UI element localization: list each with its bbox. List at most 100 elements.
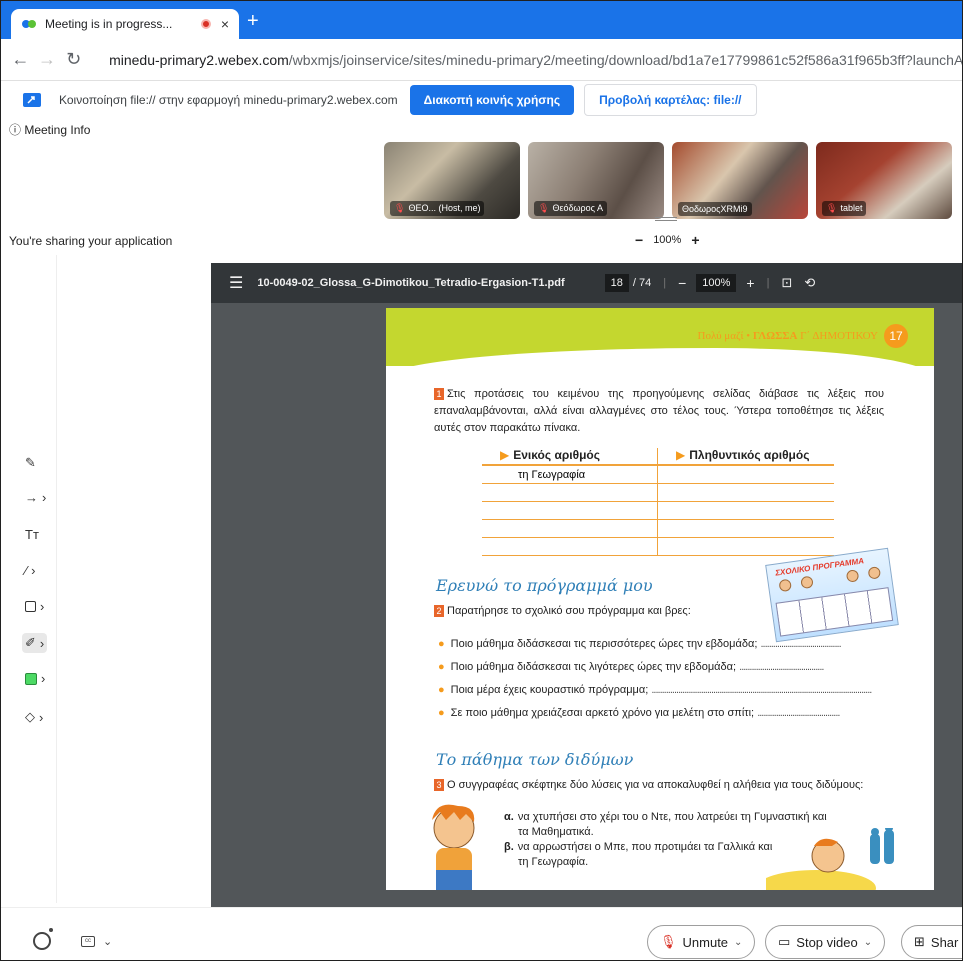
option-text: να αρρωστήσει ο Μπε, που προτιμάει τα Γα… <box>517 841 773 853</box>
table-cell <box>658 466 834 483</box>
exercise-text: Ο συγγραφέας σκέφτηκε δύο λύσεις για να … <box>447 779 864 791</box>
color-icon <box>25 672 37 685</box>
exercise-2: 2 Παρατήρησε το σχολικό σου πρόγραμμα και… <box>434 605 691 618</box>
bullet-icon: ● <box>438 638 445 650</box>
browser-tab[interactable]: Meeting is in progress... × <box>11 9 239 39</box>
meeting-info-link[interactable]: ⓘ Meeting Info <box>9 121 90 138</box>
zoom-out-button[interactable]: − <box>635 232 643 248</box>
rectangle-tool-button[interactable]: › <box>25 599 44 614</box>
back-icon[interactable]: ← <box>7 49 34 70</box>
participant-video[interactable]: 🎙 Θεόδωρος Α <box>528 142 664 219</box>
arrow-icon: ▶ <box>676 448 686 462</box>
table-cell <box>658 502 834 519</box>
chevron-down-icon: ⌄ <box>734 936 743 948</box>
participant-video[interactable]: ΘοδωροςXRMi9 <box>672 142 808 219</box>
table-row <box>482 538 834 556</box>
eraser-tool-button[interactable]: ◇ › <box>25 709 43 725</box>
stop-video-button[interactable]: ▭ Stop video ⌄ <box>765 925 886 959</box>
arrow-icon: → <box>25 490 38 505</box>
chevron-right-icon: › <box>41 671 46 686</box>
address-bar[interactable]: minedu-primary2.webex.com/wbxmjs/joinser… <box>99 51 963 68</box>
rotate-icon[interactable]: ⟲ <box>804 275 815 291</box>
reload-icon[interactable]: ↻ <box>60 49 87 70</box>
activity-dot <box>49 928 53 932</box>
rectangle-icon <box>25 601 36 612</box>
share-message: Κοινοποίηση file:// στην εφαρμογή minedu… <box>59 93 398 107</box>
pdf-zoom-in-button[interactable]: + <box>746 275 754 291</box>
text-tool-button[interactable]: Tт <box>25 527 39 542</box>
captions-icon: cc <box>81 936 95 947</box>
child-drawing <box>867 566 882 580</box>
page-number-input[interactable]: 18 <box>604 274 629 292</box>
pdf-viewer: ☰ 10-0049-02_Glossa_G-Dimotikou_Tetradio… <box>211 263 962 907</box>
recording-icon <box>200 19 211 29</box>
chevron-down-icon: ⌄ <box>103 936 113 948</box>
webex-icon <box>22 20 36 28</box>
forward-icon[interactable]: → <box>34 49 61 70</box>
chevron-right-icon: › <box>31 563 36 578</box>
table-cell <box>482 520 658 537</box>
stop-video-label: Stop video <box>796 934 858 950</box>
zoom-in-button[interactable]: + <box>691 232 699 248</box>
color-tool-button[interactable]: › <box>25 671 45 686</box>
table-row <box>482 484 834 502</box>
book-series: Πολύ μαζί • <box>697 330 753 342</box>
question-list: ● Ποιο μάθημα διδάσκεσαι τις περισσότερες… <box>438 638 884 730</box>
pdf-zoom-input[interactable]: 100% <box>696 274 737 292</box>
participant-video[interactable]: 🎙 ΘΕΟ... (Host, me) <box>384 142 520 219</box>
sharing-status: You're sharing your application <box>9 234 173 248</box>
activity-icon[interactable] <box>33 932 51 950</box>
url-path: /wbxmjs/joinservice/sites/minedu-primary… <box>288 51 963 68</box>
fit-page-icon[interactable]: ⊡ <box>781 275 792 291</box>
question-text: Ποιο μάθημα διδάσκεσαι τις περισσότερες … <box>450 638 758 650</box>
menu-icon[interactable]: ☰ <box>229 273 243 293</box>
browser-tab-bar: Meeting is in progress... × + <box>1 1 962 39</box>
section-heading: Το πάθημα των διδύμων <box>436 750 634 769</box>
tab-title: Meeting is in progress... <box>45 17 173 31</box>
pen-tool-button[interactable]: ✎ <box>25 455 36 471</box>
share-button[interactable]: ⊞ Shar <box>901 925 962 959</box>
table-cell: τη Γεωγραφία <box>482 466 658 483</box>
pdf-page: Πολύ μαζί • ΓΛΩΣΣΑ Γ΄ ΔΗΜΟΤΙΚΟΥ 17 1 Στις… <box>386 308 934 890</box>
line-icon: ⁄ <box>25 563 28 578</box>
unmute-button[interactable]: 🎙 Unmute ⌄ <box>647 925 756 959</box>
arrow-tool-button[interactable]: → › <box>25 490 46 505</box>
answer-line: ........................................ <box>757 707 840 719</box>
view-tab-button[interactable]: Προβολή καρτέλας: file:// <box>584 84 757 116</box>
participant-video[interactable]: 🎙 tablet <box>816 142 952 219</box>
divider: | <box>766 277 770 289</box>
url-host: minedu-primary2.webex.com <box>109 51 289 68</box>
header-wave <box>386 348 934 378</box>
pdf-zoom-out-button[interactable]: − <box>678 275 686 291</box>
page-total: / 74 <box>632 277 652 289</box>
chevron-right-icon: › <box>40 599 45 614</box>
unmute-label: Unmute <box>682 934 729 950</box>
table-cell <box>658 538 834 555</box>
muted-mic-icon: 🎙 <box>394 203 406 213</box>
participant-strip: 🎙 ΘΕΟ... (Host, me) 🎙 Θεόδωρος Α ΘοδωροςXR… <box>384 142 952 219</box>
chevron-right-icon: › <box>39 709 44 725</box>
captions-button[interactable]: cc ⌄ <box>81 935 112 948</box>
pen-icon: ✎ <box>25 455 36 470</box>
tab-close-icon[interactable]: × <box>221 16 229 32</box>
participant-name: tablet <box>840 203 863 213</box>
section-heading: Ερευνώ το πρόγραμμά μου <box>436 576 653 595</box>
book-title: Πολύ μαζί • ΓΛΩΣΣΑ Γ΄ ΔΗΜΟΤΙΚΟΥ <box>698 330 878 342</box>
bullet-icon: ● <box>438 707 445 719</box>
new-tab-button[interactable]: + <box>247 11 259 31</box>
chevron-right-icon: › <box>42 490 47 505</box>
stop-sharing-button[interactable]: Διακοπή κοινής χρήσης <box>409 85 575 115</box>
resize-handle[interactable] <box>655 217 677 221</box>
exercise-1: 1 Στις προτάσεις του κειμένου της προηγού… <box>434 386 884 437</box>
question-text: Ποιο μάθημα διδάσκεσαι τις λιγότερες ώρε… <box>450 661 737 673</box>
option-a: α. να χτυπήσει στο χέρι του ο Ντε, που λα… <box>504 810 834 825</box>
highlighter-tool-button[interactable]: ✐ › <box>22 633 48 653</box>
pdf-filename: 10-0049-02_Glossa_G-Dimotikou_Tetradio-E… <box>257 277 565 289</box>
book-grade: Γ΄ ΔΗΜΟΤΙΚΟΥ <box>797 330 878 342</box>
exercise-text: Παρατήρησε το σχολικό σου πρόγραμμα και … <box>447 605 691 617</box>
column-header: ▶ Πληθυντικός αριθμός <box>658 448 834 464</box>
participant-label: 🎙 Θεόδωρος Α <box>534 201 607 216</box>
option-letter: β. <box>504 841 514 853</box>
line-tool-button[interactable]: ⁄ › <box>25 563 36 578</box>
meeting-controls: cc ⌄ 🎙 Unmute ⌄ ▭ Stop video ⌄ ⊞ Shar <box>1 907 962 960</box>
